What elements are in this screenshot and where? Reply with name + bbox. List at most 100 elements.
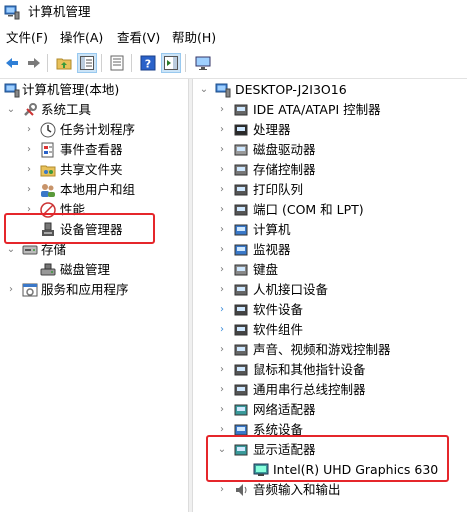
software-component-icon [234,324,248,336]
properties-button[interactable] [107,53,127,73]
chevron-right-icon[interactable]: › [217,284,227,296]
tree-node-label: 软件组件 [253,322,304,337]
chevron-right-icon[interactable]: › [217,184,227,196]
tree-node-category[interactable]: › 人机接口设备 [193,280,467,300]
tree-node-audio-io[interactable]: › 音频输入和输出 [193,480,467,500]
back-arrow-icon [6,58,18,68]
tree-node-label: 系统工具 [41,102,92,117]
disk-management-icon [40,263,56,276]
tree-node-category[interactable]: › 声音、视频和游戏控制器 [193,340,467,360]
monitor-button[interactable] [193,53,213,73]
audio-io-icon [236,484,247,496]
tree-node-category[interactable]: › 磁盘驱动器 [193,140,467,160]
sound-icon [234,344,248,356]
software-device-icon [234,304,248,316]
forward-button[interactable] [24,53,44,73]
tree-node-category[interactable]: › IDE ATA/ATAPI 控制器 [193,100,467,120]
tree-node-disk-management[interactable]: 磁盘管理 [0,260,188,280]
tree-node-category[interactable]: › 打印队列 [193,180,467,200]
chevron-down-icon[interactable]: ⌄ [6,104,16,116]
tree-node-category[interactable]: › 网络适配器 [193,400,467,420]
folder-up-icon [56,58,72,70]
chevron-right-icon[interactable]: › [217,224,227,236]
properties-icon [110,55,124,71]
tree-node-category[interactable]: › 键盘 [193,260,467,280]
highlight-box [4,213,155,244]
tree-node-label: 事件查看器 [60,142,123,157]
title-bar: 计算机管理 [0,0,467,24]
menu-view[interactable]: 查看(V) [117,30,160,46]
tools-icon [24,103,37,116]
chevron-right-icon[interactable]: › [217,364,227,376]
hid-icon [234,284,248,296]
tree-node-label: 磁盘驱动器 [253,142,316,157]
tree-node-label: 键盘 [253,262,279,277]
tree-node-category[interactable]: › 鼠标和其他指针设备 [193,360,467,380]
chevron-right-icon[interactable]: › [24,164,34,176]
disk-drive-icon [234,144,248,156]
tree-node-computer-management[interactable]: 计算机管理(本地) [0,80,188,100]
tree-node-system-tools[interactable]: ⌄ 系统工具 [0,100,188,120]
chevron-right-icon[interactable]: › [217,304,227,316]
tree-node-category[interactable]: › 处理器 [193,120,467,140]
printer-icon [234,184,248,196]
window-title: 计算机管理 [28,4,91,19]
chevron-right-icon[interactable]: › [24,184,34,196]
tree-node-label: 软件设备 [253,302,304,317]
chevron-right-icon[interactable]: › [217,104,227,116]
chevron-right-icon[interactable]: › [217,164,227,176]
chevron-down-icon[interactable]: ⌄ [6,244,16,256]
action-pane-icon [164,56,178,70]
chevron-right-icon[interactable]: › [217,124,227,136]
chevron-right-icon[interactable]: › [217,384,227,396]
chevron-right-icon[interactable]: › [24,144,34,156]
chevron-down-icon[interactable]: ⌄ [199,84,209,96]
tree-node-category[interactable]: › 软件设备 [193,300,467,320]
chevron-right-icon[interactable]: › [217,344,227,356]
show-hide-tree-button[interactable] [77,53,97,73]
tree-node-category[interactable]: › 通用串行总线控制器 [193,380,467,400]
chevron-right-icon[interactable]: › [217,484,227,496]
tree-node-label: 人机接口设备 [253,282,329,297]
network-adapter-icon [234,404,248,416]
up-level-button[interactable] [54,53,74,73]
chevron-right-icon[interactable]: › [217,204,227,216]
tree-node-category[interactable]: › 存储控制器 [193,160,467,180]
computer-management-icon [4,5,20,20]
mouse-icon [234,364,248,376]
storage-controller-icon [234,164,248,176]
toolbar-separator [185,54,186,72]
chevron-right-icon[interactable]: › [6,284,16,296]
back-button[interactable] [2,53,22,73]
tree-node-shared-folders[interactable]: › 共享文件夹 [0,160,188,180]
tree-node-task-scheduler[interactable]: › 任务计划程序 [0,120,188,140]
tree-node-label: 声音、视频和游戏控制器 [253,342,391,357]
menu-file[interactable]: 文件(F) [6,30,48,46]
tree-node-label: 本地用户和组 [60,182,136,197]
event-viewer-icon [41,142,54,158]
chevron-right-icon[interactable]: › [217,264,227,276]
tree-node-label: 存储控制器 [253,162,316,177]
show-action-pane-button[interactable] [161,53,181,73]
processor-icon [234,124,248,136]
chevron-right-icon[interactable]: › [217,144,227,156]
chevron-right-icon[interactable]: › [24,124,34,136]
tree-node-category[interactable]: › 计算机 [193,220,467,240]
tree-node-label: 打印队列 [253,182,304,197]
menu-help[interactable]: 帮助(H) [172,30,216,46]
tree-node-category[interactable]: › 软件组件 [193,320,467,340]
help-button[interactable]: ? [138,53,158,73]
tree-node-category[interactable]: › 监视器 [193,240,467,260]
tree-node-local-users[interactable]: › 本地用户和组 [0,180,188,200]
chevron-right-icon[interactable]: › [217,244,227,256]
chevron-right-icon[interactable]: › [217,324,227,336]
tree-node-category[interactable]: › 端口 (COM 和 LPT) [193,200,467,220]
menu-action[interactable]: 操作(A) [60,30,103,46]
tree-node-services-apps[interactable]: › 服务和应用程序 [0,280,188,300]
console-tree: 计算机管理(本地) ⌄ 系统工具 › 任务计划程序 › 事件查看器 › 共享文件… [0,79,188,512]
chevron-right-icon[interactable]: › [217,404,227,416]
toolbar: ? [0,48,467,79]
highlight-box [206,435,449,482]
tree-node-computer[interactable]: ⌄ DESKTOP-J2I3O16 [193,80,467,100]
tree-node-event-viewer[interactable]: › 事件查看器 [0,140,188,160]
